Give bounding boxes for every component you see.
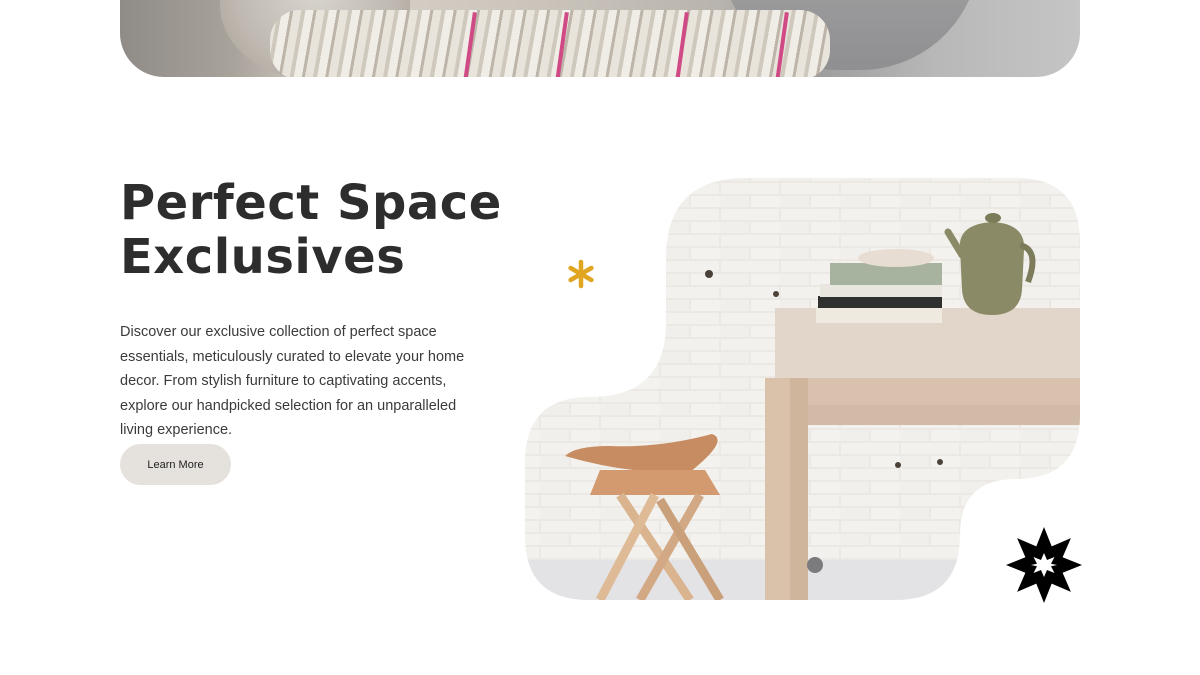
starburst-icon [1006,527,1082,603]
